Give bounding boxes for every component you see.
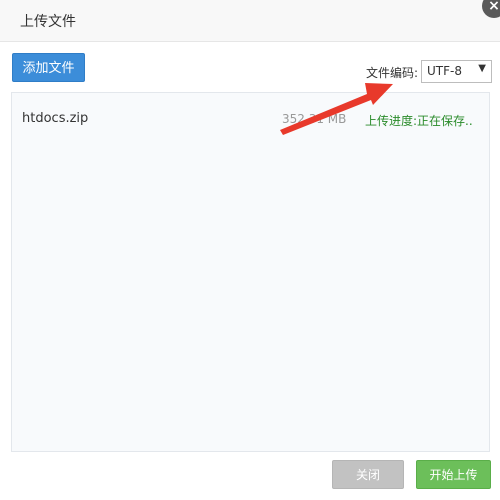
dialog-titlebar: 上传文件 — [0, 0, 500, 42]
upload-status: 上传进度:正在保存.. — [365, 114, 473, 128]
file-list: htdocs.zip 352.31 MB 上传进度:正在保存.. — [11, 92, 490, 452]
start-upload-button[interactable]: 开始上传 — [416, 460, 491, 489]
file-name: htdocs.zip — [22, 111, 89, 126]
encoding-value: UTF-8 — [427, 64, 462, 78]
dialog-title: 上传文件 — [20, 14, 76, 30]
encoding-select[interactable]: UTF-8 ▼ — [421, 60, 492, 83]
upload-dialog: 上传文件 × 添加文件 文件编码: UTF-8 ▼ htdocs.zip 352… — [0, 0, 500, 500]
file-size: 352.31 MB — [282, 112, 347, 126]
chevron-down-icon: ▼ — [478, 63, 486, 74]
add-file-button[interactable]: 添加文件 — [12, 53, 85, 82]
file-row: htdocs.zip 352.31 MB 上传进度:正在保存.. — [12, 105, 489, 131]
close-button[interactable]: 关闭 — [332, 460, 404, 489]
encoding-label: 文件编码: — [366, 66, 419, 80]
